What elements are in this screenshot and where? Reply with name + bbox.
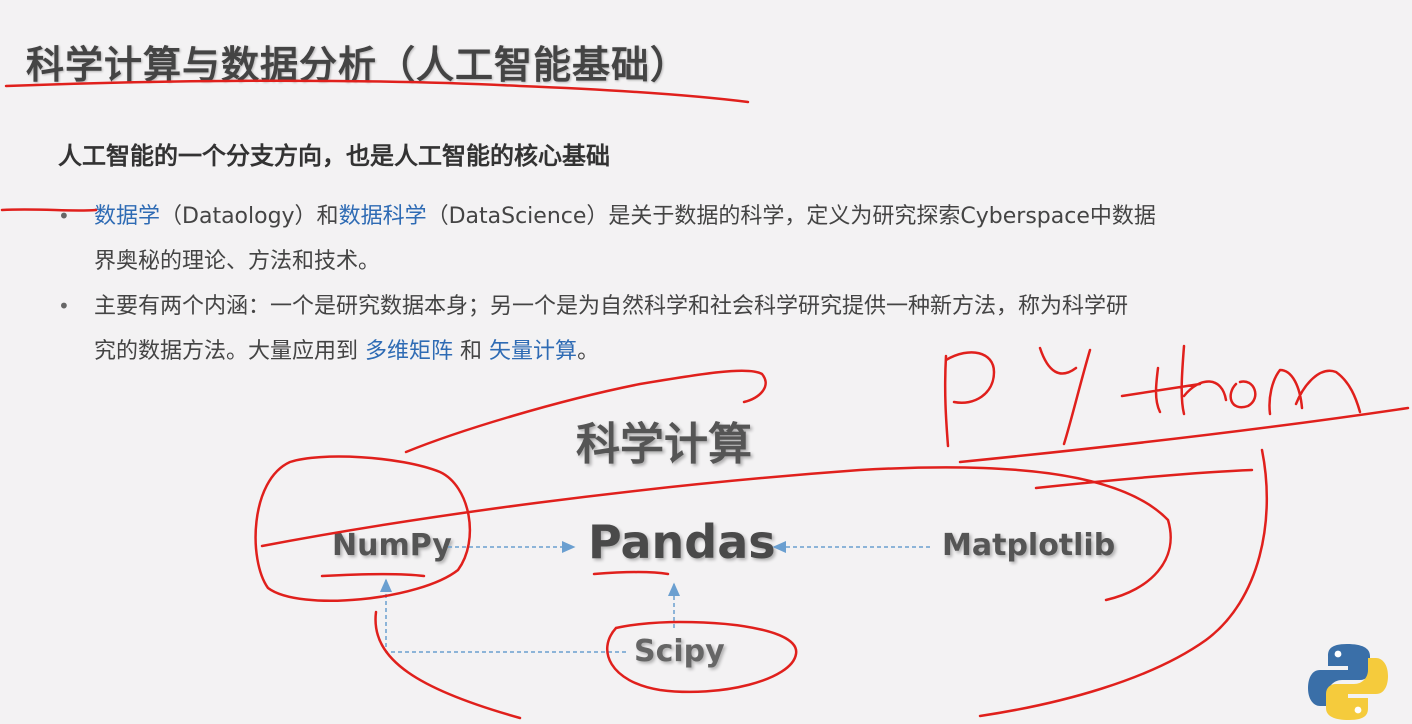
bullet-item: • 数据学（Dataology）和数据科学（DataScience）是关于数据的… [58, 194, 1338, 284]
slide-title: 科学计算与数据分析（人工智能基础） [26, 43, 690, 87]
python-logo-icon [1308, 644, 1388, 720]
bullet-dot-icon: • [58, 204, 70, 228]
python-underline-stroke [958, 406, 1410, 464]
term-vector-calc: 矢量计算 [489, 339, 578, 364]
bullet-text: 主要有两个内涵：一个是研究数据本身；另一个是为自然科学和社会科学研究提供一种新方… [94, 294, 1129, 319]
bullet-text: （DataScience）是关于数据的科学，定义为研究探索Cyberspace中… [426, 204, 1156, 229]
diagram-title: 科学计算 [576, 419, 752, 470]
node-numpy: NumPy [332, 528, 452, 563]
arrow-scipy-to-numpy [380, 578, 626, 653]
term-dataology: 数据学 [94, 204, 161, 229]
term-multidim-matrix: 多维矩阵 [365, 339, 454, 364]
bullet-text: （Dataology）和 [160, 204, 339, 229]
node-pandas: Pandas [588, 515, 776, 569]
slide: 科学计算与数据分析（人工智能基础） 人工智能的一个分支方向，也是人工智能的核心基… [0, 0, 1412, 723]
node-scipy: Scipy [634, 634, 725, 669]
numpy-underline-stroke [320, 572, 426, 578]
bullet-text: 界奥秘的理论、方法和技术。 [94, 249, 381, 274]
right-curve-stroke [978, 448, 1268, 718]
pandas-underline-stroke [592, 570, 670, 576]
lower-curve-stroke [374, 610, 522, 720]
node-matplotlib: Matplotlib [942, 528, 1116, 563]
bullet-text: 和 [460, 339, 483, 364]
bullet-dot-icon: • [58, 294, 70, 318]
bullet-text: 究的数据方法。大量应用到 [94, 339, 359, 364]
bullet-list: • 数据学（Dataology）和数据科学（DataScience）是关于数据的… [58, 194, 1338, 374]
bullet-item: • 主要有两个内涵：一个是研究数据本身；另一个是为自然科学和社会科学研究提供一种… [58, 284, 1338, 374]
bullet-text: 。 [577, 339, 600, 364]
right-line-stroke [1034, 468, 1254, 490]
term-datascience: 数据科学 [338, 204, 427, 229]
slide-subtitle: 人工智能的一个分支方向，也是人工智能的核心基础 [58, 142, 610, 170]
